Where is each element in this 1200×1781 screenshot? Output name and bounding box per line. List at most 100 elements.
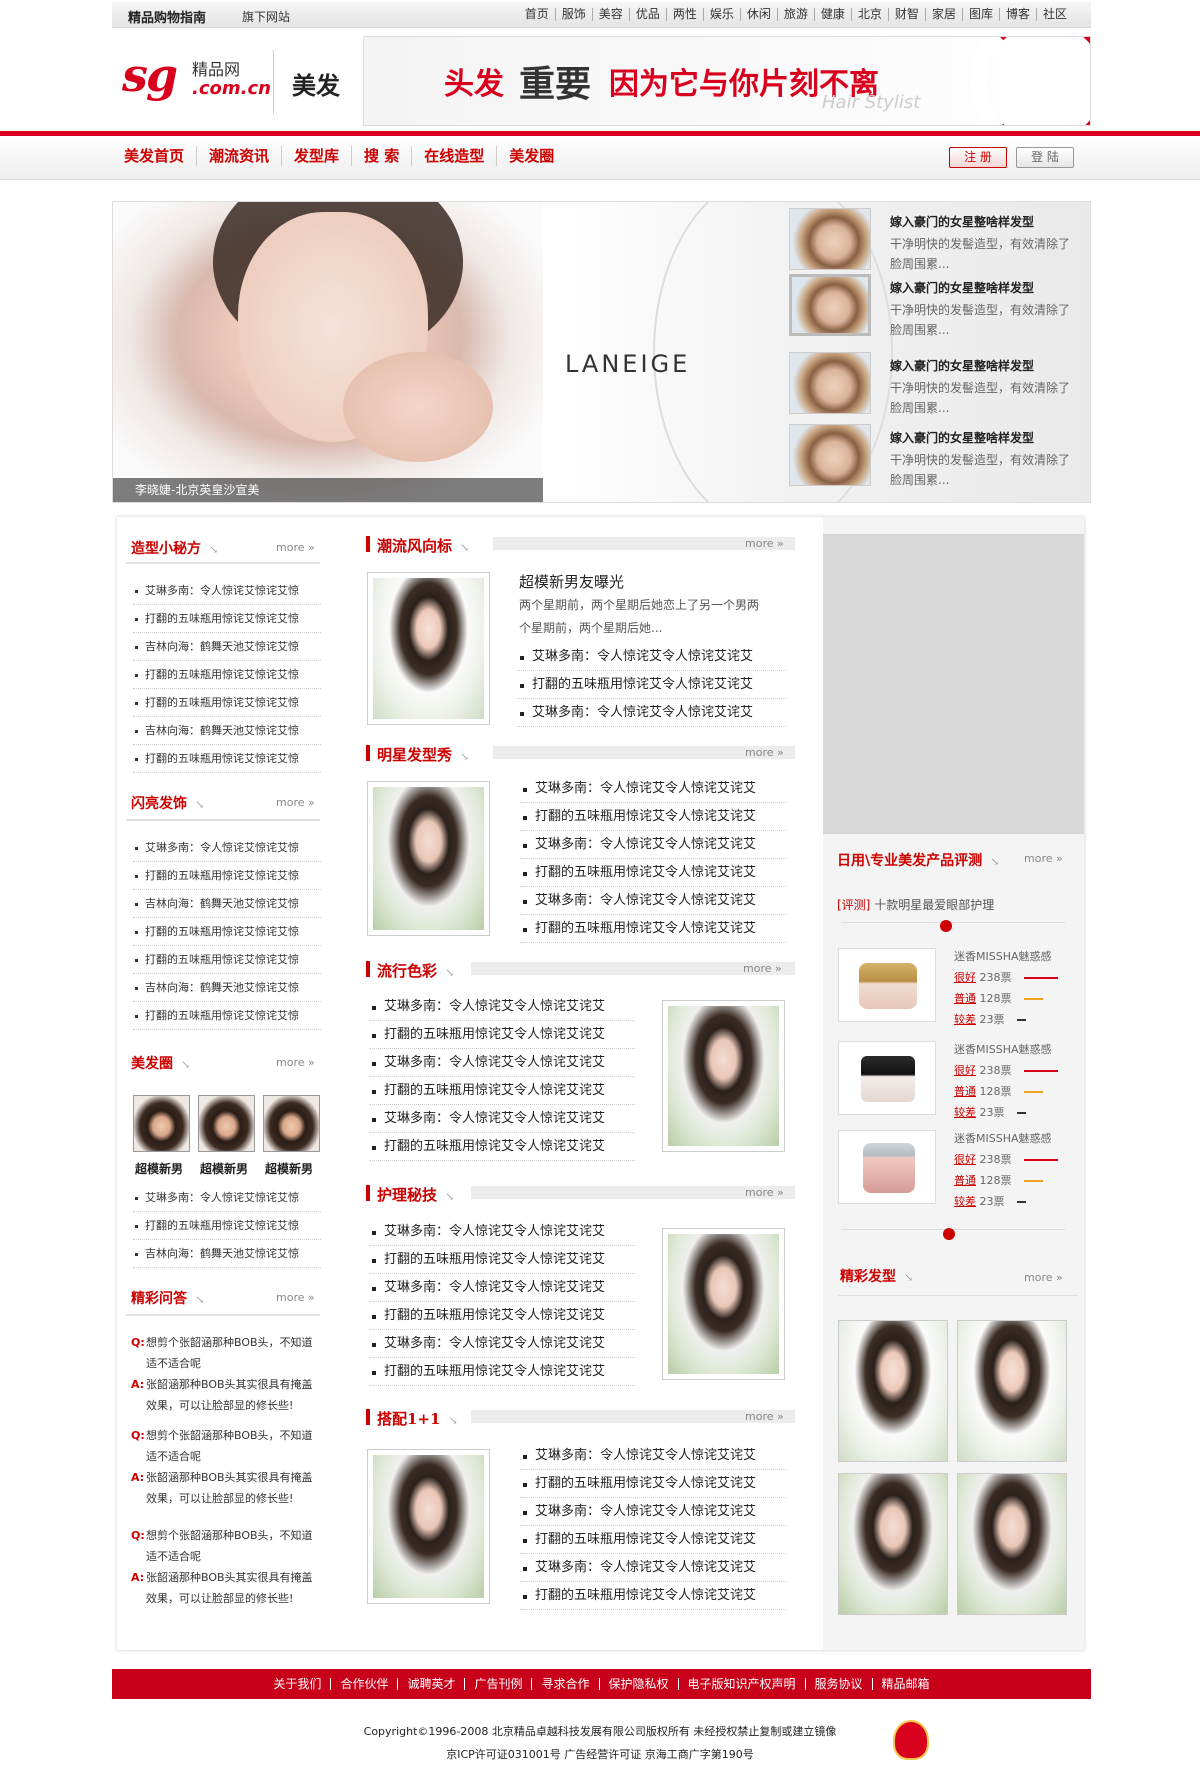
hero-thumb[interactable] <box>789 274 871 336</box>
vote-ok-link[interactable]: 普通 <box>954 1174 976 1187</box>
product-name[interactable]: 迷香MISSHA魅惑感 <box>954 1041 1052 1057</box>
top-nav-link[interactable]: 博客 <box>998 8 1036 21</box>
hero-item-title[interactable]: 嫁入豪门的女星整啥样发型 <box>890 429 1034 446</box>
hero-thumb[interactable] <box>789 424 871 486</box>
list-item[interactable]: 艾琳多南：令人惊诧艾令人惊诧艾诧艾 <box>369 993 635 1021</box>
section-title-text[interactable]: 流行色彩 <box>377 962 437 980</box>
list-item[interactable]: 艾琳多南：令人惊诧艾令人惊诧艾诧艾 <box>369 1049 635 1077</box>
vote-good-link[interactable]: 很好 <box>954 1153 976 1166</box>
footer-link[interactable]: 电子版知识产权声明 <box>677 1678 805 1690</box>
section-title-text[interactable]: 美发圈 <box>131 1056 173 1072</box>
sub-site-link[interactable]: 旗下网站 <box>242 8 290 25</box>
footer-link[interactable]: 保护隐私权 <box>598 1678 678 1690</box>
section-title-text[interactable]: 明星发型秀 <box>377 746 452 764</box>
model-photo[interactable] <box>133 1095 190 1152</box>
footer-link[interactable]: 诚聘英才 <box>397 1678 464 1690</box>
article-photo[interactable] <box>662 1228 785 1380</box>
section-title-text[interactable]: 精彩发型 <box>840 1269 896 1285</box>
list-item[interactable]: 艾琳多南：令人惊诧艾惊诧艾惊 <box>133 834 321 862</box>
product-item[interactable]: 迷香MISSHA魅惑感 很好 238票 普通 128票 较差 23票 <box>838 1041 1078 1123</box>
list-item[interactable]: 艾琳多南：令人惊诧艾令人惊诧艾诧艾 <box>520 1442 786 1470</box>
hero-list-item-active[interactable]: 嫁入豪门的女星整啥样发型 干净明快的发髻造型，有效清除了脸周围累... <box>789 274 1089 344</box>
section-title-text[interactable]: 护理秘技 <box>377 1186 437 1204</box>
hero-item-title[interactable]: 嫁入豪门的女星整啥样发型 <box>890 357 1034 374</box>
list-item[interactable]: 艾琳多南：令人惊诧艾令人惊诧艾诧艾 <box>369 1274 635 1302</box>
list-item[interactable]: 打翻的五味瓶用惊诧艾惊诧艾惊 <box>133 946 321 974</box>
vote-bad-link[interactable]: 较差 <box>954 1195 976 1208</box>
list-item[interactable]: 打翻的五味瓶用惊诧艾惊诧艾惊 <box>133 605 321 633</box>
list-item[interactable]: 打翻的五味瓶用惊诧艾惊诧艾惊 <box>133 918 321 946</box>
section-title-text[interactable]: 造型小秘方 <box>131 541 201 557</box>
top-nav-link[interactable]: 社区 <box>1035 8 1073 21</box>
photo-caption[interactable]: 超模新男 <box>135 1160 183 1177</box>
list-item[interactable]: 艾琳多南：令人惊诧艾令人惊诧艾诧艾 <box>369 1330 635 1358</box>
more-link[interactable]: more » <box>1024 852 1063 865</box>
article-photo[interactable] <box>367 572 490 725</box>
top-nav-link[interactable]: 服饰 <box>554 8 592 21</box>
list-item[interactable]: 打翻的五味瓶用惊诧艾令人惊诧艾诧艾 <box>369 1133 635 1161</box>
hero-list-item[interactable]: 嫁入豪门的女星整啥样发型 干净明快的发髻造型，有效清除了脸周围累... <box>789 208 1089 278</box>
gallery-photo[interactable] <box>957 1473 1067 1615</box>
list-item[interactable]: 艾琳多南：令人惊诧艾令人惊诧艾诧艾 <box>517 643 786 671</box>
list-item[interactable]: 打翻的五味瓶用惊诧艾惊诧艾惊 <box>133 1002 321 1030</box>
list-item[interactable]: 打翻的五味瓶用惊诧艾令人惊诧艾诧艾 <box>369 1021 635 1049</box>
scroll-down-icon[interactable] <box>943 1228 955 1240</box>
footer-link[interactable]: 关于我们 <box>264 1678 330 1690</box>
nav-item-online-styling[interactable]: 在线造型 <box>411 146 496 166</box>
article-photo[interactable] <box>662 1000 785 1152</box>
more-link[interactable]: more » <box>743 962 782 975</box>
top-nav-link[interactable]: 财智 <box>887 8 925 21</box>
list-item[interactable]: 艾琳多南：令人惊诧艾令人惊诧艾诧艾 <box>520 775 786 803</box>
more-link[interactable]: more » <box>1024 1271 1063 1284</box>
hero-caption[interactable]: 李晓婕-北京英皇沙宣美 <box>113 478 543 502</box>
list-item[interactable]: 打翻的五味瓶用惊诧艾惊诧艾惊 <box>133 862 321 890</box>
model-photo[interactable] <box>198 1095 255 1152</box>
section-title-text[interactable]: 闪亮发饰 <box>131 796 187 812</box>
hero-item-title[interactable]: 嫁入豪门的女星整啥样发型 <box>890 213 1034 230</box>
list-item[interactable]: 艾琳多南：令人惊诧艾令人惊诧艾诧艾 <box>520 887 786 915</box>
footer-link[interactable]: 服务协议 <box>804 1678 872 1690</box>
top-nav-link[interactable]: 图库 <box>961 8 999 21</box>
header-banner-ad[interactable]: 头发 重要 因为它与你片刻不离 Hair Stylist <box>363 36 1091 126</box>
list-item[interactable]: 打翻的五味瓶用惊诧艾令人惊诧艾诧艾 <box>520 1470 786 1498</box>
article-headline[interactable]: 超模新男友曝光 <box>519 571 624 592</box>
qa-item[interactable]: Q: 想剪个张韶涵那种BOB头，不知道适不适合呢 A: 张韶涵那种BOB头其实很具有… <box>131 1332 323 1416</box>
list-item[interactable]: 艾琳多南：令人惊诧艾令人惊诧艾诧艾 <box>520 831 786 859</box>
vote-good-link[interactable]: 很好 <box>954 971 976 984</box>
list-item[interactable]: 打翻的五味瓶用惊诧艾令人惊诧艾诧艾 <box>520 1526 786 1554</box>
vote-ok-link[interactable]: 普通 <box>954 992 976 1005</box>
list-item[interactable]: 艾琳多南：令人惊诧艾令人惊诧艾诧艾 <box>520 1554 786 1582</box>
product-name[interactable]: 迷香MISSHA魅惑感 <box>954 1130 1052 1146</box>
photo-caption[interactable]: 超模新男 <box>200 1160 248 1177</box>
list-item[interactable]: 打翻的五味瓶用惊诧艾惊诧艾惊 <box>133 689 321 717</box>
more-link[interactable]: more » <box>276 1291 315 1304</box>
model-photo[interactable] <box>263 1095 320 1152</box>
article-photo[interactable] <box>367 781 490 936</box>
list-item[interactable]: 打翻的五味瓶用惊诧艾令人惊诧艾诧艾 <box>520 915 786 943</box>
product-image[interactable] <box>838 1041 936 1115</box>
hero-main-photo[interactable] <box>113 202 543 502</box>
list-item[interactable]: 打翻的五味瓶用惊诧艾令人惊诧艾诧艾 <box>520 803 786 831</box>
product-item[interactable]: 迷香MISSHA魅惑感 很好 238票 普通 128票 较差 23票 <box>838 948 1078 1030</box>
nav-item-circle[interactable]: 美发圈 <box>496 146 566 166</box>
section-title-text[interactable]: 潮流风向标 <box>377 537 452 555</box>
hero-thumb[interactable] <box>789 208 871 270</box>
product-name[interactable]: 迷香MISSHA魅惑感 <box>954 948 1052 964</box>
section-title-text[interactable]: 搭配1+1 <box>377 1410 440 1428</box>
footer-link[interactable]: 寻求合作 <box>531 1678 598 1690</box>
list-item[interactable]: 艾琳多南：令人惊诧艾惊诧艾惊 <box>133 1184 321 1212</box>
vote-bad-link[interactable]: 较差 <box>954 1106 976 1119</box>
photo-caption[interactable]: 超模新男 <box>265 1160 313 1177</box>
top-nav-link[interactable]: 家居 <box>924 8 962 21</box>
list-item[interactable]: 艾琳多南：令人惊诧艾令人惊诧艾诧艾 <box>369 1218 635 1246</box>
hero-thumb[interactable] <box>789 352 871 414</box>
more-link[interactable]: more » <box>276 541 315 554</box>
review-headline-row[interactable]: [评测] 十款明星最爱眼部护理 <box>837 896 994 913</box>
hero-list-item[interactable]: 嫁入豪门的女星整啥样发型 干净明快的发髻造型，有效清除了脸周围累... <box>789 424 1089 494</box>
top-nav-link[interactable]: 优品 <box>628 8 666 21</box>
ad-placeholder[interactable] <box>823 534 1084 834</box>
list-item[interactable]: 打翻的五味瓶用惊诧艾令人惊诧艾诧艾 <box>369 1077 635 1105</box>
network-brand[interactable]: 精品购物指南 <box>128 7 206 26</box>
more-link[interactable]: more » <box>276 1056 315 1069</box>
list-item[interactable]: 打翻的五味瓶用惊诧艾惊诧艾惊 <box>133 1212 321 1240</box>
